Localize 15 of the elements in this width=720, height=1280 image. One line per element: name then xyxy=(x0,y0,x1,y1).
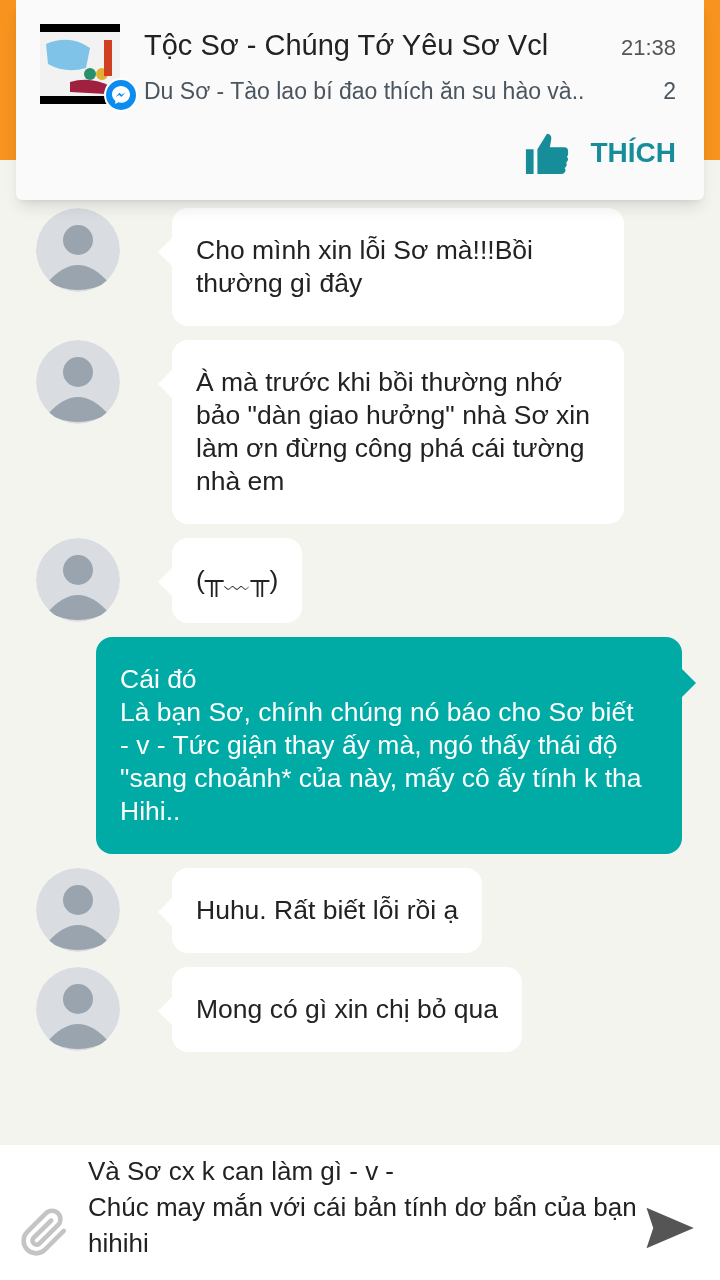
notification-card[interactable]: Tộc Sơ - Chúng Tớ Yêu Sơ Vcl 21:38 Du Sơ - Tào lao bí đao thích ăn su hào và.. 2 THÍCH xyxy=(16,0,704,200)
notification-preview: Du Sơ - Tào lao bí đao thích ăn su hào và.. xyxy=(144,76,586,106)
notification-title: Tộc Sơ - Chúng Tớ Yêu Sơ Vcl xyxy=(144,28,550,63)
like-button[interactable]: THÍCH xyxy=(524,130,676,176)
message-field[interactable]: Và Sơ cx k can làm gì - v - Chúc may mắn với cái bản tính dơ bẩn của bạn hihihi xyxy=(88,1152,642,1273)
message-count: 2 xyxy=(663,76,676,106)
message-bubble: (╥﹏╥) xyxy=(172,538,303,623)
message-bubble: Cái đó Là bạn Sơ, chính chúng nó báo cho Sơ biết - v - Tức giận thay ấy mà, ngó thấy thái độ "sang choảnh* của này, mấy cô ấy tính k tha Hihi.. xyxy=(96,637,682,854)
message-bubble: Mong có gì xin chị bỏ qua xyxy=(172,967,522,1052)
message-bubble: Huhu. Rất biết lỗi rồi ạ xyxy=(172,868,483,953)
message-bubble: Cho mình xin lỗi Sơ mà!!!Bồi thường gì đây xyxy=(172,208,624,326)
messenger-icon xyxy=(104,78,138,112)
message-bubble: À mà trước khi bồi thường nhớ bảo "dàn giao hưởng" nhà Sơ xin làm ơn đừng công phá cái tường nhà em xyxy=(172,340,624,524)
composer-bar[interactable]: Và Sơ cx k can làm gì - v - Chúc may mắn với cái bản tính dơ bẩn của bạn hihihi xyxy=(0,1145,720,1280)
notification-time: 21:38 xyxy=(620,34,676,62)
